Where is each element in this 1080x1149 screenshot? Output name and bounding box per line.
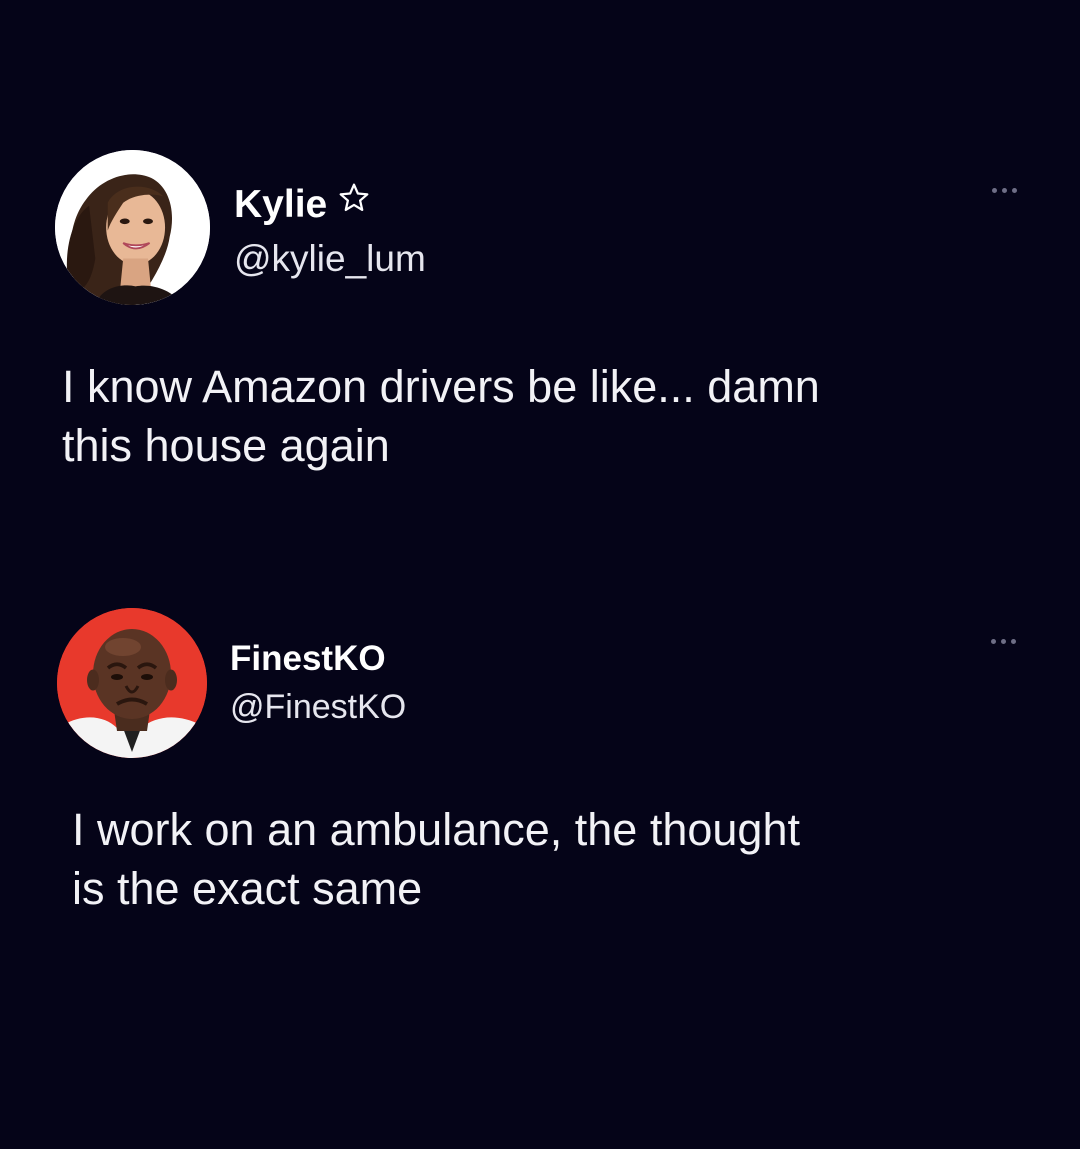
handle-finestko[interactable]: @FinestKO <box>230 688 406 727</box>
display-name-text: Kylie <box>234 183 328 226</box>
tweet-text-kylie: I know Amazon drivers be like... damn th… <box>62 361 820 472</box>
display-name-finestko[interactable]: FinestKO <box>230 639 386 679</box>
display-name-kylie[interactable]: Kylie <box>234 181 371 227</box>
more-options-icon[interactable] <box>991 639 1016 644</box>
tweet-text-finestko: I work on an ambulance, the thought is t… <box>72 804 800 915</box>
star-outline-icon <box>337 181 371 215</box>
handle-kylie[interactable]: @kylie_lum <box>234 238 426 280</box>
tweet-finestko: FinestKO @FinestKO I work on an ambulanc… <box>0 560 1080 1080</box>
avatar-finestko[interactable] <box>57 608 207 758</box>
profile-photo-crying-man-icon <box>57 608 207 758</box>
more-options-icon[interactable] <box>992 188 1017 193</box>
tweet-kylie: Kylie @kylie_lum I know Amazon drivers b… <box>0 0 1080 520</box>
avatar-kylie[interactable] <box>55 150 210 305</box>
profile-photo-woman-icon <box>55 150 210 305</box>
